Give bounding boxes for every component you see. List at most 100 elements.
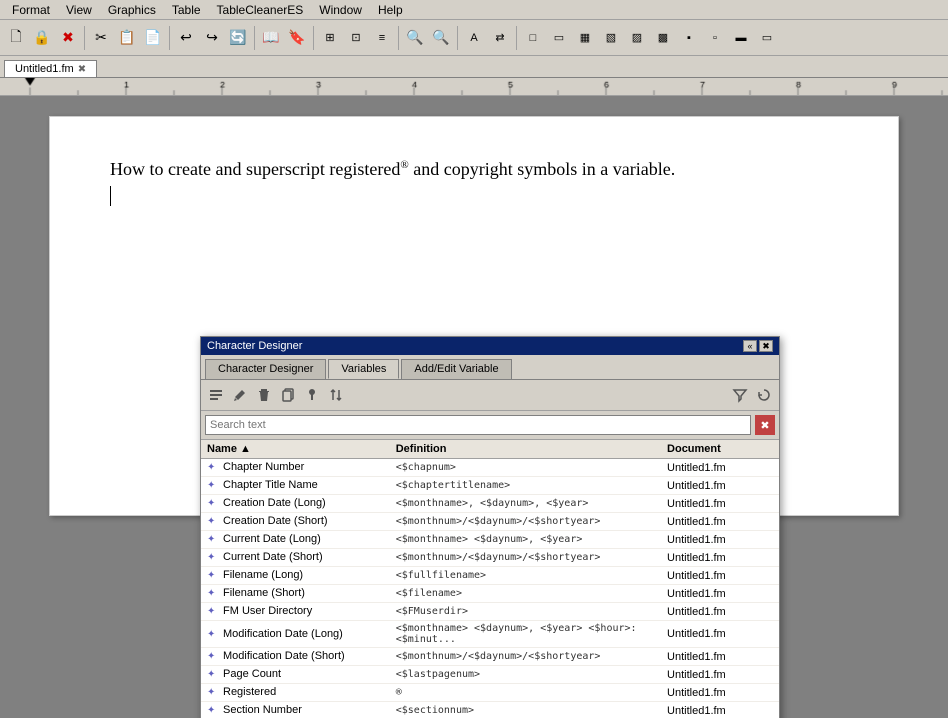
row-icon: ✦: [207, 669, 219, 681]
dialog-tab-char-designer[interactable]: Character Designer: [205, 359, 326, 379]
variables-table-wrapper[interactable]: Name ▲ Definition Document ✦Chapter Numb…: [201, 440, 779, 718]
col-header-name[interactable]: Name ▲: [201, 440, 390, 459]
row-icon: ✦: [207, 534, 219, 546]
menu-format[interactable]: Format: [4, 1, 58, 19]
dialog-search-area: ✖: [201, 411, 779, 440]
dialog-tab-variables[interactable]: Variables: [328, 359, 399, 379]
row-icon: ✦: [207, 462, 219, 474]
table-row[interactable]: ✦Chapter Number <$chapnum> Untitled1.fm: [201, 459, 779, 477]
cell-doc: Untitled1.fm: [661, 702, 779, 718]
toolbar-bookmark[interactable]: 🔖: [285, 26, 309, 50]
row-icon: ✦: [207, 480, 219, 492]
dialog-title: Character Designer: [207, 340, 302, 352]
table-row[interactable]: ✦Filename (Long) <$fullfilename> Untitle…: [201, 567, 779, 585]
row-icon: ✦: [207, 687, 219, 699]
dialog-close[interactable]: ✖: [759, 340, 773, 352]
tab-untitled1[interactable]: Untitled1.fm ✖: [4, 60, 97, 77]
toolbar-sep4: [313, 26, 314, 50]
toolbar-copy[interactable]: 📋: [115, 26, 139, 50]
toolbar-obj10[interactable]: ▭: [755, 26, 779, 50]
dialog-minimize[interactable]: «: [743, 340, 757, 352]
table-row[interactable]: ✦Modification Date (Short) <$monthnum>/<…: [201, 648, 779, 666]
dialog-btn-view[interactable]: [205, 384, 227, 406]
cell-name: ✦Section Number: [201, 702, 390, 718]
table-row[interactable]: ✦FM User Directory <$FMuserdir> Untitled…: [201, 603, 779, 621]
toolbar-obj4[interactable]: ▧: [599, 26, 623, 50]
menu-help[interactable]: Help: [370, 1, 411, 19]
toolbar-obj3[interactable]: ▦: [573, 26, 597, 50]
dialog-titlebar: Character Designer « ✖: [201, 337, 779, 355]
tab-close-btn[interactable]: ✖: [78, 64, 86, 75]
cell-name: ✦Current Date (Long): [201, 531, 390, 549]
title-suffix: and copyright symbols in a variable.: [409, 159, 675, 179]
toolbar-spell[interactable]: 📖: [259, 26, 283, 50]
toolbar-obj9[interactable]: ▬: [729, 26, 753, 50]
toolbar-cut[interactable]: ✂: [89, 26, 113, 50]
toolbar-align[interactable]: ≡: [370, 26, 394, 50]
dialog-btn-copy[interactable]: [277, 384, 299, 406]
document-area: How to create and superscript registered…: [0, 96, 948, 718]
cell-name: ✦Creation Date (Short): [201, 513, 390, 531]
dialog-btn-filter[interactable]: [729, 384, 751, 406]
col-header-definition[interactable]: Definition: [390, 440, 661, 459]
toolbar-refresh[interactable]: 🔄: [226, 26, 250, 50]
variables-table: Name ▲ Definition Document ✦Chapter Numb…: [201, 440, 779, 718]
toolbar-zoom-out[interactable]: 🔍: [403, 26, 427, 50]
ruler-canvas: [0, 78, 948, 95]
cell-doc: Untitled1.fm: [661, 684, 779, 702]
table-row[interactable]: ✦Creation Date (Short) <$monthnum>/<$day…: [201, 513, 779, 531]
row-icon: ✦: [207, 516, 219, 528]
cell-name: ✦Page Count: [201, 666, 390, 684]
table-row[interactable]: ✦Registered ® Untitled1.fm: [201, 684, 779, 702]
toolbar-new[interactable]: 🗋: [4, 26, 28, 50]
character-designer-dialog: Character Designer « ✖ Character Designe…: [200, 336, 780, 718]
toolbar-close[interactable]: ✖: [56, 26, 80, 50]
toolbar-text[interactable]: A: [462, 26, 486, 50]
row-icon: ✦: [207, 588, 219, 600]
toolbar-redo[interactable]: ↪: [200, 26, 224, 50]
table-row[interactable]: ✦Creation Date (Long) <$monthname>, <$da…: [201, 495, 779, 513]
toolbar-obj2[interactable]: ▭: [547, 26, 571, 50]
table-row[interactable]: ✦Page Count <$lastpagenum> Untitled1.fm: [201, 666, 779, 684]
cell-doc: Untitled1.fm: [661, 549, 779, 567]
table-row[interactable]: ✦Section Number <$sectionnum> Untitled1.…: [201, 702, 779, 718]
menu-view[interactable]: View: [58, 1, 100, 19]
toolbar-zoom-in[interactable]: 🔍: [429, 26, 453, 50]
col-header-document[interactable]: Document: [661, 440, 779, 459]
table-row[interactable]: ✦Modification Date (Long) <$monthname> <…: [201, 621, 779, 648]
cell-doc: Untitled1.fm: [661, 621, 779, 648]
row-icon: ✦: [207, 606, 219, 618]
cell-name: ✦Chapter Number: [201, 459, 390, 477]
dialog-btn-delete[interactable]: [253, 384, 275, 406]
cell-name: ✦Filename (Long): [201, 567, 390, 585]
toolbar-obj7[interactable]: ▪: [677, 26, 701, 50]
dialog-btn-refresh[interactable]: [753, 384, 775, 406]
toolbar-undo[interactable]: ↩: [174, 26, 198, 50]
menu-graphics[interactable]: Graphics: [100, 1, 164, 19]
toolbar-table1[interactable]: ⊞: [318, 26, 342, 50]
cell-def: <$FMuserdir>: [390, 603, 661, 621]
table-row[interactable]: ✦Chapter Title Name <$chaptertitlename> …: [201, 477, 779, 495]
menu-table[interactable]: Table: [164, 1, 209, 19]
table-row[interactable]: ✦Filename (Short) <$filename> Untitled1.…: [201, 585, 779, 603]
search-clear-btn[interactable]: ✖: [755, 415, 775, 435]
cell-doc: Untitled1.fm: [661, 495, 779, 513]
toolbar-obj1[interactable]: □: [521, 26, 545, 50]
toolbar-table2[interactable]: ⊡: [344, 26, 368, 50]
menu-window[interactable]: Window: [311, 1, 370, 19]
table-row[interactable]: ✦Current Date (Long) <$monthname> <$dayn…: [201, 531, 779, 549]
toolbar-paste[interactable]: 📄: [141, 26, 165, 50]
table-row[interactable]: ✦Current Date (Short) <$monthnum>/<$dayn…: [201, 549, 779, 567]
dialog-btn-edit[interactable]: [229, 384, 251, 406]
cell-def: <$chapnum>: [390, 459, 661, 477]
toolbar-obj8[interactable]: ▫: [703, 26, 727, 50]
dialog-tab-add-edit[interactable]: Add/Edit Variable: [401, 359, 511, 379]
toolbar-obj6[interactable]: ▩: [651, 26, 675, 50]
search-input[interactable]: [205, 415, 751, 435]
toolbar-obj5[interactable]: ▨: [625, 26, 649, 50]
dialog-btn-pin[interactable]: [301, 384, 323, 406]
menu-tablecleaner[interactable]: TableCleanerES: [209, 1, 312, 19]
dialog-btn-sort[interactable]: [325, 384, 347, 406]
toolbar-lock[interactable]: 🔒: [30, 26, 54, 50]
toolbar-flow[interactable]: ⇄: [488, 26, 512, 50]
